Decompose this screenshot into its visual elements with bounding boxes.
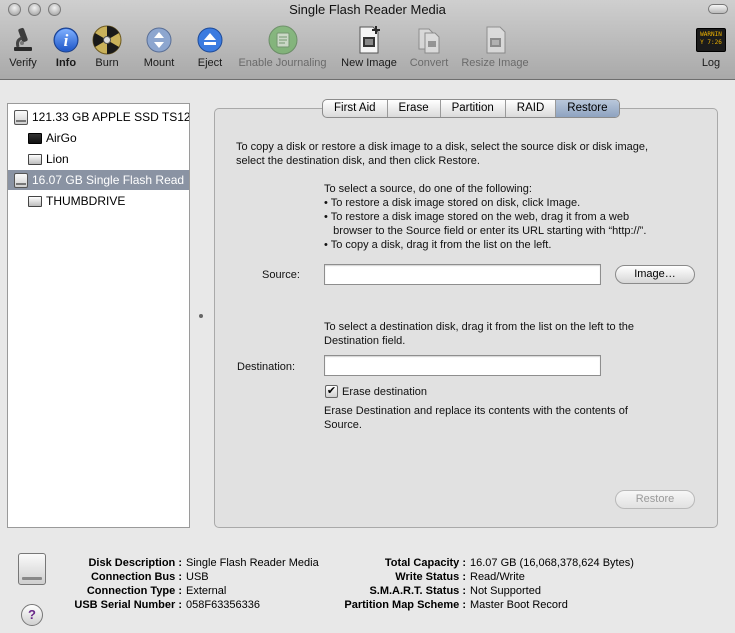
- tab-raid[interactable]: RAID: [506, 100, 557, 117]
- volume-item-airgo[interactable]: AirGo: [8, 128, 189, 148]
- verify-button[interactable]: Verify: [4, 24, 42, 74]
- new-image-button[interactable]: New Image: [338, 24, 400, 74]
- destination-label: Destination:: [237, 361, 296, 373]
- source-label: Source:: [262, 269, 300, 281]
- tab-restore[interactable]: Restore: [556, 100, 619, 117]
- disk-item-single-flash[interactable]: 16.07 GB Single Flash Read: [8, 170, 189, 190]
- burn-button[interactable]: Burn: [90, 24, 124, 74]
- hard-disk-icon: [14, 109, 28, 125]
- source-help-line: • To copy a disk, drag it from the list …: [324, 239, 552, 251]
- source-help-line: browser to the Source field or enter its…: [324, 225, 647, 237]
- restore-intro-line-1: To copy a disk or restore a disk image t…: [236, 141, 649, 153]
- convert-icon: [414, 24, 444, 56]
- hard-disk-icon: [14, 172, 28, 188]
- mount-icon: [144, 24, 174, 56]
- new-image-icon: [354, 24, 384, 56]
- split-view-handle[interactable]: [199, 314, 203, 318]
- restore-button[interactable]: Restore: [615, 490, 695, 509]
- disk-list[interactable]: 121.33 GB APPLE SSD TS12 AirGo Lion 16.0…: [7, 103, 190, 528]
- mount-button[interactable]: Mount: [138, 24, 180, 74]
- erase-description-line-1: Erase Destination and replace its conten…: [324, 405, 628, 417]
- info-icon: i: [51, 24, 81, 56]
- tab-erase[interactable]: Erase: [388, 100, 441, 117]
- journal-icon: [268, 24, 298, 56]
- tab-partition[interactable]: Partition: [441, 100, 506, 117]
- volume-item-lion[interactable]: Lion: [8, 149, 189, 169]
- disk-item-apple-ssd[interactable]: 121.33 GB APPLE SSD TS12: [8, 107, 189, 127]
- source-help-line: • To restore a disk image stored on the …: [324, 211, 630, 223]
- toolbar-toggle-button[interactable]: [708, 4, 728, 14]
- svg-text:i: i: [64, 31, 69, 50]
- window-title: Single Flash Reader Media: [289, 2, 446, 17]
- microscope-icon: [8, 24, 38, 56]
- erase-destination-checkbox[interactable]: ✔: [325, 385, 338, 398]
- toolbar: Verify i Info Burn Mount Eject Enable Jo…: [0, 24, 735, 76]
- burn-icon: [92, 24, 122, 56]
- image-button[interactable]: Image…: [615, 265, 695, 284]
- info-button[interactable]: i Info: [50, 24, 82, 74]
- source-field[interactable]: [324, 264, 601, 285]
- tab-first-aid[interactable]: First Aid: [323, 100, 388, 117]
- resize-image-icon: [480, 24, 510, 56]
- log-button[interactable]: WARNIN Y 7:26 Log: [692, 24, 730, 74]
- destination-field[interactable]: [324, 355, 601, 376]
- destination-help-line-1: To select a destination disk, drag it fr…: [324, 321, 634, 333]
- enable-journaling-button[interactable]: Enable Journaling: [235, 24, 330, 74]
- destination-help-line-2: Destination field.: [324, 335, 406, 347]
- convert-button[interactable]: Convert: [406, 24, 452, 74]
- erase-description-line-2: Source.: [324, 419, 362, 431]
- eject-icon: [195, 24, 225, 56]
- restore-panel: [214, 108, 718, 528]
- volume-icon: [28, 132, 42, 144]
- window-toolbar: Single Flash Reader Media Verify i Info …: [0, 0, 735, 80]
- source-help-line: • To restore a disk image stored on disk…: [324, 197, 581, 209]
- source-help-line: To select a source, do one of the follow…: [324, 183, 532, 195]
- log-icon: WARNIN Y 7:26: [696, 24, 726, 56]
- restore-intro-line-2: select the destination disk, and then cl…: [236, 155, 480, 167]
- resize-image-button[interactable]: Resize Image: [459, 24, 531, 74]
- erase-destination-label: Erase destination: [342, 386, 427, 398]
- volume-icon: [28, 195, 42, 207]
- volume-icon: [28, 153, 42, 165]
- tab-bar: First Aid Erase Partition RAID Restore: [322, 99, 620, 118]
- volume-item-thumbdrive[interactable]: THUMBDRIVE: [8, 191, 189, 211]
- eject-button[interactable]: Eject: [193, 24, 227, 74]
